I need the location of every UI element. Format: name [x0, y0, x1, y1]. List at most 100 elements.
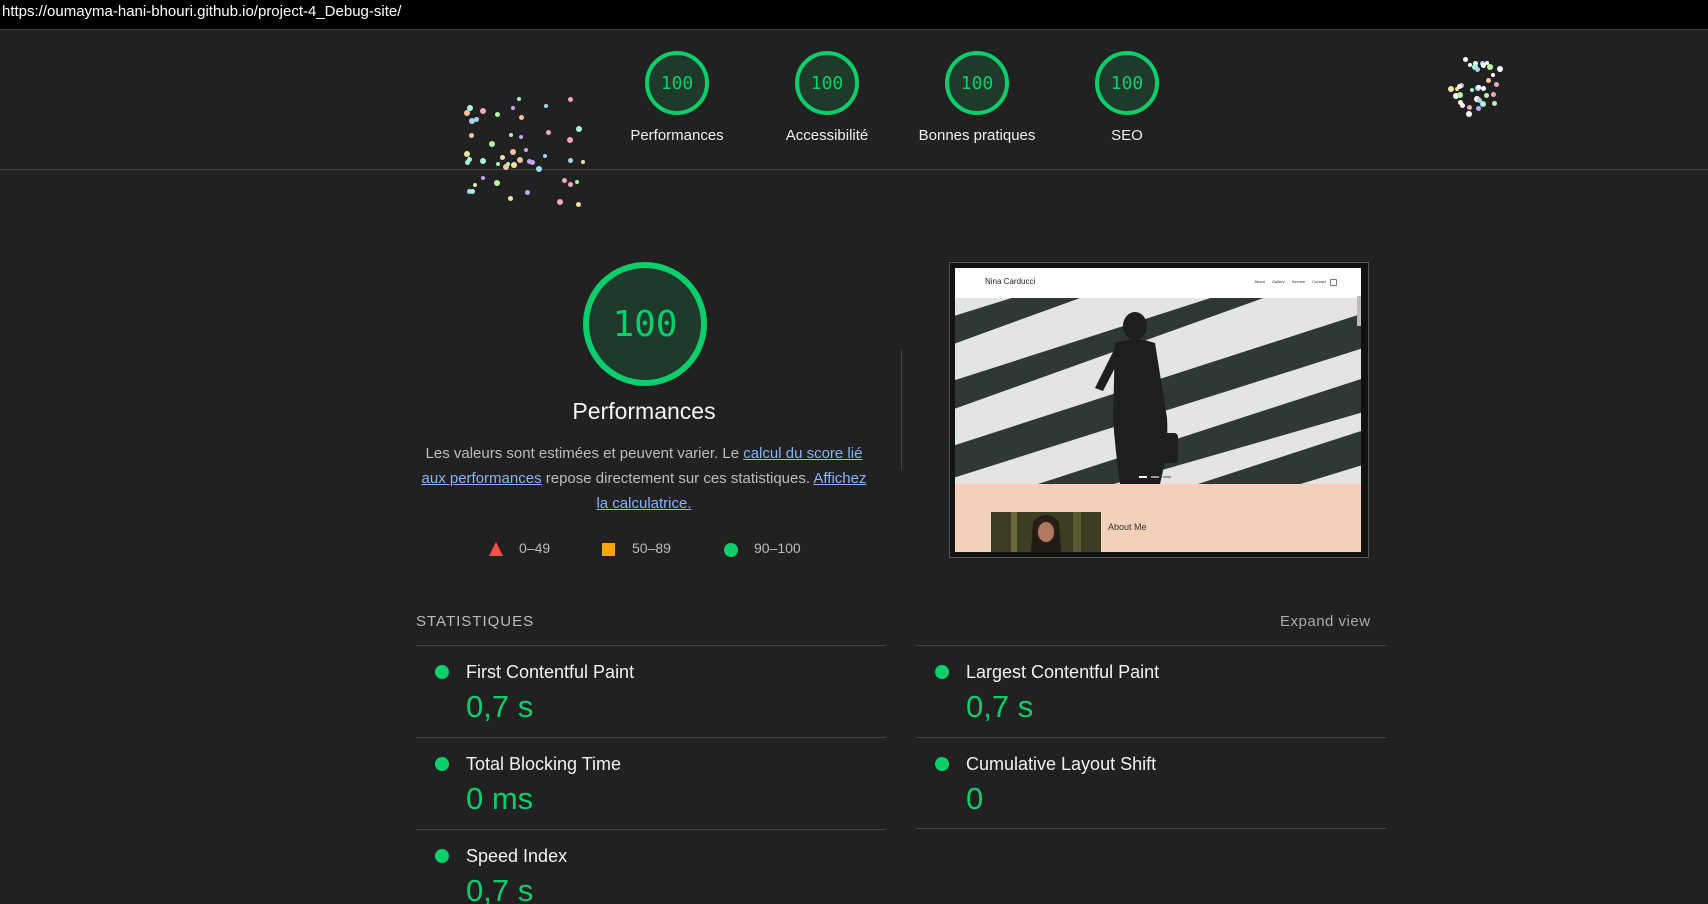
performance-gauge: 100 — [583, 262, 707, 386]
expand-view-button[interactable]: Expand view — [1280, 613, 1371, 630]
confetti-dot — [524, 148, 528, 152]
pass-icon — [935, 757, 949, 771]
confetti-dot — [467, 157, 472, 162]
confetti-dot — [464, 110, 470, 116]
confetti-dot — [489, 141, 495, 147]
gauge-best-practices[interactable]: 100 Bonnes pratiques — [892, 51, 1062, 144]
confetti-dot — [1487, 64, 1493, 70]
url-text: https://oumayma-hani-bhouri.github.io/pr… — [2, 3, 402, 20]
pass-icon — [435, 757, 449, 771]
preview-nav: About Gallery Service Contact — [1254, 279, 1326, 284]
confetti-dot — [1485, 61, 1489, 65]
gauge-label: SEO — [1111, 127, 1143, 144]
stats-heading: STATISTIQUES — [416, 613, 535, 630]
gauge-score: 100 — [945, 51, 1009, 115]
confetti-dot — [1476, 106, 1481, 111]
confetti-dot — [544, 104, 548, 108]
confetti-dot — [517, 157, 523, 163]
confetti-dot — [469, 133, 474, 138]
metric-name: Largest Contentful Paint — [966, 662, 1160, 682]
metric-lcp: Largest Contentful Paint 0,7 s — [916, 646, 1386, 738]
confetti-dot — [1481, 86, 1486, 91]
gauge-label: Performances — [630, 127, 724, 144]
gauge-score: 100 — [795, 51, 859, 115]
square-icon — [602, 543, 615, 556]
crosswalk-photo — [955, 298, 1361, 484]
confetti-dot — [481, 176, 485, 180]
confetti-dot — [576, 126, 582, 132]
confetti-dot — [480, 158, 486, 164]
performance-score: 100 — [612, 303, 678, 345]
confetti-dot — [536, 166, 542, 172]
final-screenshot[interactable]: Nina Carducci About Gallery Service Cont… — [949, 262, 1369, 558]
preview-about-section: About Me — [955, 484, 1361, 552]
confetti-dot — [1491, 92, 1496, 97]
confetti-dot — [1497, 66, 1503, 72]
confetti-decoration — [464, 95, 589, 215]
metric-value: 0,7 s — [966, 689, 1034, 724]
metric-fcp: First Contentful Paint 0,7 s — [416, 646, 886, 738]
metric-value: 0,7 s — [466, 689, 534, 724]
confetti-dot — [1466, 111, 1472, 117]
confetti-dot — [525, 190, 530, 195]
metric-name: Total Blocking Time — [466, 754, 622, 774]
confetti-dot — [568, 97, 573, 102]
confetti-dot — [568, 182, 573, 187]
gauge-seo[interactable]: 100 SEO — [1042, 51, 1212, 144]
metric-cls: Cumulative Layout Shift 0 — [916, 738, 1386, 830]
metric-name: Speed Index — [466, 846, 568, 866]
confetti-dot — [1486, 78, 1491, 83]
confetti-dot — [527, 159, 532, 164]
confetti-dot — [494, 180, 500, 186]
confetti-dot — [1475, 67, 1480, 72]
confetti-decoration — [1444, 57, 1504, 117]
pass-icon — [935, 665, 949, 679]
metric-value: 0,7 s — [466, 873, 534, 904]
metric-name: First Contentful Paint — [466, 662, 635, 682]
confetti-dot — [1484, 93, 1489, 98]
gauge-accessibility[interactable]: 100 Accessibilité — [742, 51, 912, 144]
confetti-dot — [519, 135, 523, 139]
confetti-dot — [496, 162, 500, 166]
metric-value: 0 — [966, 781, 984, 816]
metric-name: Cumulative Layout Shift — [966, 754, 1157, 774]
confetti-dot — [474, 117, 479, 122]
confetti-dot — [470, 189, 475, 194]
confetti-dot — [480, 108, 486, 114]
confetti-dot — [473, 183, 477, 187]
confetti-dot — [500, 155, 505, 160]
category-title: Performances — [572, 398, 716, 424]
confetti-dot — [508, 196, 513, 201]
confetti-dot — [1457, 92, 1463, 98]
gauge-performance[interactable]: 100 Performances — [592, 51, 762, 144]
confetti-dot — [543, 154, 547, 158]
confetti-dot — [519, 115, 524, 120]
gauge-label: Bonnes pratiques — [918, 127, 1036, 144]
confetti-dot — [1467, 105, 1472, 110]
confetti-dot — [562, 178, 567, 183]
confetti-dot — [1463, 57, 1468, 62]
confetti-dot — [506, 162, 510, 166]
address-bar[interactable]: https://oumayma-hani-bhouri.github.io/pr… — [0, 0, 1708, 30]
confetti-dot — [567, 137, 573, 143]
confetti-dot — [1470, 88, 1474, 92]
confetti-dot — [1455, 87, 1459, 91]
pass-icon — [435, 665, 449, 679]
confetti-dot — [511, 162, 517, 168]
confetti-dot — [568, 158, 573, 163]
confetti-dot — [511, 106, 515, 110]
metric-value: 0 ms — [466, 781, 534, 816]
confetti-dot — [546, 130, 551, 135]
confetti-dot — [517, 97, 521, 101]
confetti-dot — [1491, 73, 1495, 77]
preview-header: Nina Carducci About Gallery Service Cont… — [955, 268, 1361, 298]
preview-brand: Nina Carducci — [985, 277, 1036, 286]
pass-icon — [435, 849, 449, 863]
confetti-dot — [1494, 82, 1499, 87]
page-preview: Nina Carducci About Gallery Service Cont… — [955, 268, 1361, 552]
instagram-icon — [1330, 279, 1337, 286]
preview-hero-image — [955, 298, 1361, 484]
divider — [916, 828, 1386, 829]
confetti-dot — [1492, 101, 1497, 106]
gauge-score: 100 — [1095, 51, 1159, 115]
